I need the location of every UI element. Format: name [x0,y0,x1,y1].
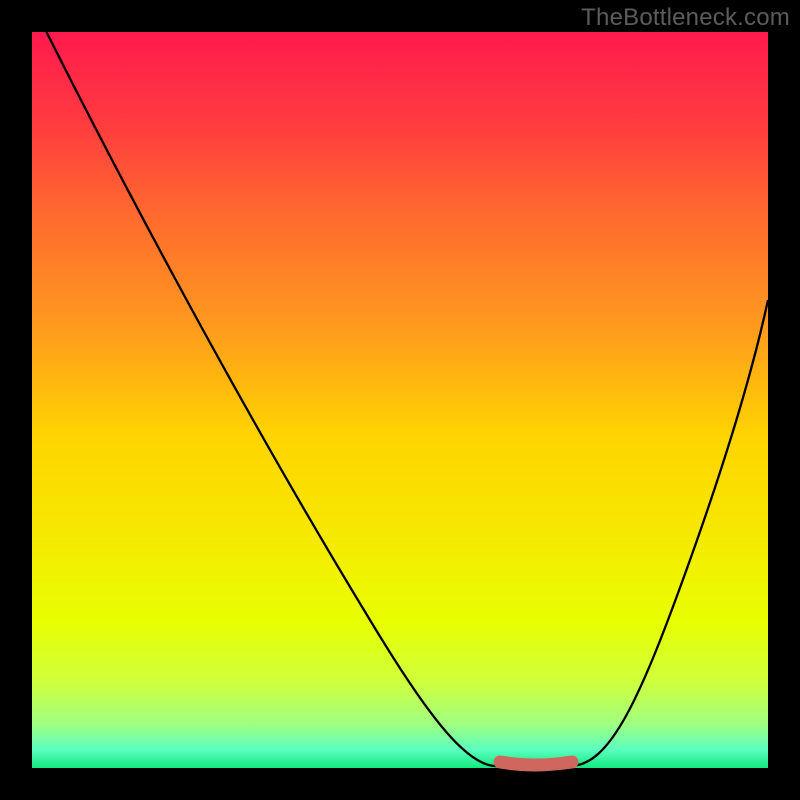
chart-frame: TheBottleneck.com [0,0,800,800]
watermark-text: TheBottleneck.com [581,4,790,32]
bottleneck-chart-svg [0,0,800,800]
plot-area-rect [32,32,768,768]
optimal-range-marker [500,762,572,765]
